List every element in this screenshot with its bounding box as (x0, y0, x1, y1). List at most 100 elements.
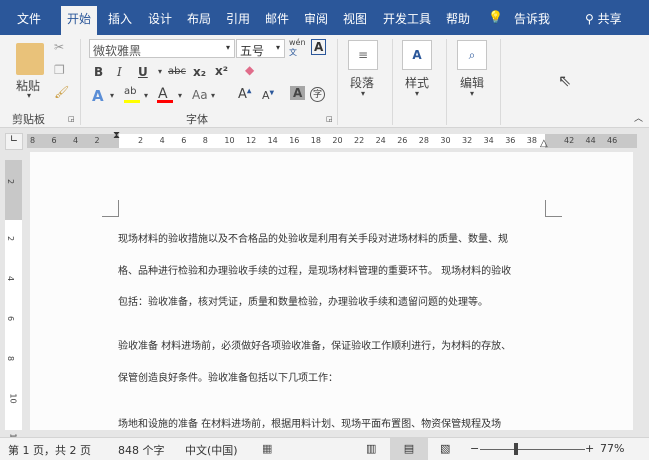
ruler-tick-label: 8 (6, 355, 16, 362)
format-painter-icon[interactable]: 🖌 (54, 85, 69, 99)
ruler-tick-label: 10 (8, 393, 18, 404)
chevron-down-icon[interactable]: ▾ (276, 43, 280, 52)
font-size-value: 五号 (240, 44, 265, 58)
cut-icon[interactable]: ✂ (54, 40, 64, 54)
shrink-font-icon[interactable]: A▼ (262, 89, 274, 102)
ruler-tick-label: 2 (6, 235, 16, 242)
font-size-input[interactable]: 五号 ▾ (236, 39, 285, 58)
tab-references[interactable]: 引用 (226, 10, 250, 27)
ruler-tick-label: 2 (6, 178, 16, 185)
lightbulb-icon[interactable]: 💡 (488, 10, 503, 24)
tab-mailings[interactable]: 邮件 (265, 10, 289, 27)
right-indent-marker-icon[interactable]: △ (540, 138, 548, 149)
change-case-dropdown[interactable]: ▾ (211, 91, 215, 100)
vertical-ruler[interactable]: 224681012 (5, 160, 22, 444)
tab-view[interactable]: 视图 (343, 10, 367, 27)
italic-button[interactable]: I (117, 65, 122, 79)
ruler-tick-label: 22 (354, 136, 365, 145)
horizontal-ruler[interactable]: ∟ 8 6 4 2 2 4 6 8 10 12 14 16 18 20 22 24 26 28 30 32 34 36 38… (0, 130, 649, 152)
tab-layout[interactable]: 布局 (187, 10, 211, 27)
chevron-down-icon[interactable]: ▾ (470, 89, 474, 98)
ruler-tick-label: 18 (310, 136, 321, 145)
character-shading-icon[interactable]: A (290, 86, 306, 100)
paragraph-line: 格、品种进行检验和办理验收手续的过程，是现场材料管理的重要环节。 现场材料的验收 (118, 266, 512, 277)
zoom-slider[interactable] (480, 449, 585, 450)
ruler-tick-label: 6 (51, 136, 57, 145)
font-color-dropdown[interactable]: ▾ (178, 91, 182, 100)
chevron-down-icon[interactable]: ▾ (226, 43, 230, 52)
ribbon-home: 粘贴 ▾ ✂ ❐ 🖌 剪贴板 ◲ 微软雅黑 ▾ 五号 ▾ wén 文 A B I … (0, 35, 649, 128)
macro-record-icon[interactable]: ▦ (262, 442, 272, 455)
styles-icon[interactable]: A (402, 40, 432, 70)
print-layout-icon[interactable]: ▤ (390, 438, 428, 460)
underline-button[interactable]: U (138, 65, 148, 79)
paragraph-icon[interactable]: ≡ (348, 40, 378, 70)
enclose-characters-button[interactable]: 字 (310, 87, 325, 102)
ruler-tick-label: 6 (6, 315, 16, 322)
font-group-label: 字体 (186, 113, 208, 126)
indent-marker-icon[interactable]: ⧗ (113, 130, 120, 141)
superscript-button[interactable]: x² (215, 64, 228, 78)
chevron-down-icon[interactable]: ▾ (361, 89, 365, 98)
clear-formatting-icon[interactable]: ◆ (245, 63, 254, 77)
read-mode-icon[interactable]: ▥ (366, 442, 376, 455)
underline-dropdown[interactable]: ▾ (158, 67, 162, 76)
tab-insert[interactable]: 插入 (108, 10, 132, 27)
ruler-tick-label: 36 (505, 136, 516, 145)
character-border-button[interactable]: A (311, 39, 327, 55)
ruler-tick-label: 2 (94, 136, 100, 145)
copy-icon[interactable]: ❐ (54, 63, 65, 77)
ruler-tick-label: 46 (607, 136, 618, 145)
ruler-tick-label: 38 (526, 136, 537, 145)
paragraph-line: 保管创造良好条件。验收准备包括以下几项工作： (118, 373, 338, 384)
font-name-input[interactable]: 微软雅黑 ▾ (89, 39, 235, 58)
text-effects-dropdown[interactable]: ▾ (110, 91, 114, 100)
chevron-down-icon[interactable]: ▾ (415, 89, 419, 98)
ruler-tick-label: 42 (564, 136, 575, 145)
grow-font-icon[interactable]: A▲ (238, 87, 252, 102)
find-icon[interactable]: ⌕ (457, 40, 487, 70)
paste-dropdown[interactable]: ▾ (27, 91, 31, 100)
phonetic-label: wén (289, 38, 306, 47)
clipboard-group-label: 剪贴板 (12, 113, 45, 126)
document-page[interactable]: 现场材料的验收措施以及不合格品的处验收是利用有关手段对进场材料的质量、数量、规 … (30, 152, 633, 430)
collapse-ribbon-icon[interactable]: ︿ (634, 111, 643, 124)
tab-help[interactable]: 帮助 (446, 10, 470, 27)
paste-icon[interactable] (16, 43, 44, 75)
ruler-tick-label: 8 (202, 136, 208, 145)
tell-me-search[interactable]: 告诉我 (514, 10, 550, 27)
web-layout-icon[interactable]: ▧ (440, 442, 450, 455)
crop-mark (545, 200, 562, 217)
paragraph-line: 场地和设施的准备 在材料进场前，根据用料计划、现场平面布置图、物资保管规程及场 (118, 419, 502, 430)
ruler-tick-label: 4 (159, 136, 165, 145)
phonetic-guide-button[interactable]: wén 文 (289, 38, 306, 58)
zoom-slider-thumb[interactable] (514, 443, 518, 455)
crop-mark (102, 200, 119, 217)
ruler-tick-label: 44 (585, 136, 596, 145)
tab-selector-icon[interactable]: ∟ (5, 133, 23, 150)
dialog-launcher-icon[interactable]: ◲ (68, 115, 75, 123)
word-count[interactable]: 848 个字 (118, 442, 165, 458)
tab-developer[interactable]: 开发工具 (383, 10, 431, 27)
highlight-icon[interactable]: ab (124, 86, 136, 97)
tab-file[interactable]: 文件 (17, 10, 41, 27)
zoom-out-button[interactable]: − (470, 442, 479, 455)
ruler-tick-label: 4 (73, 136, 79, 145)
highlight-dropdown[interactable]: ▾ (144, 91, 148, 100)
tab-home[interactable]: 开始 (61, 6, 98, 35)
tab-review[interactable]: 审阅 (304, 10, 328, 27)
bold-button[interactable]: B (94, 65, 103, 79)
strikethrough-button[interactable]: abc (168, 66, 186, 77)
share-button[interactable]: ⚲ 共享 (585, 10, 622, 27)
language[interactable]: 中文(中国) (185, 442, 238, 458)
paragraph-line: 验收准备 材料进场前，必须做好各项验收准备，保证验收工作顺利进行，为材料的存放、 (118, 341, 512, 352)
change-case-button[interactable]: Aa (192, 88, 208, 102)
zoom-in-button[interactable]: + (585, 442, 594, 455)
page-count[interactable]: 第 1 页，共 2 页 (8, 442, 91, 458)
font-color-swatch (157, 100, 173, 103)
zoom-level[interactable]: 77% (600, 442, 624, 455)
text-effects-icon[interactable]: A (92, 87, 104, 105)
subscript-button[interactable]: x₂ (193, 65, 206, 79)
tab-design[interactable]: 设计 (148, 10, 172, 27)
dialog-launcher-icon[interactable]: ◲ (326, 115, 333, 123)
